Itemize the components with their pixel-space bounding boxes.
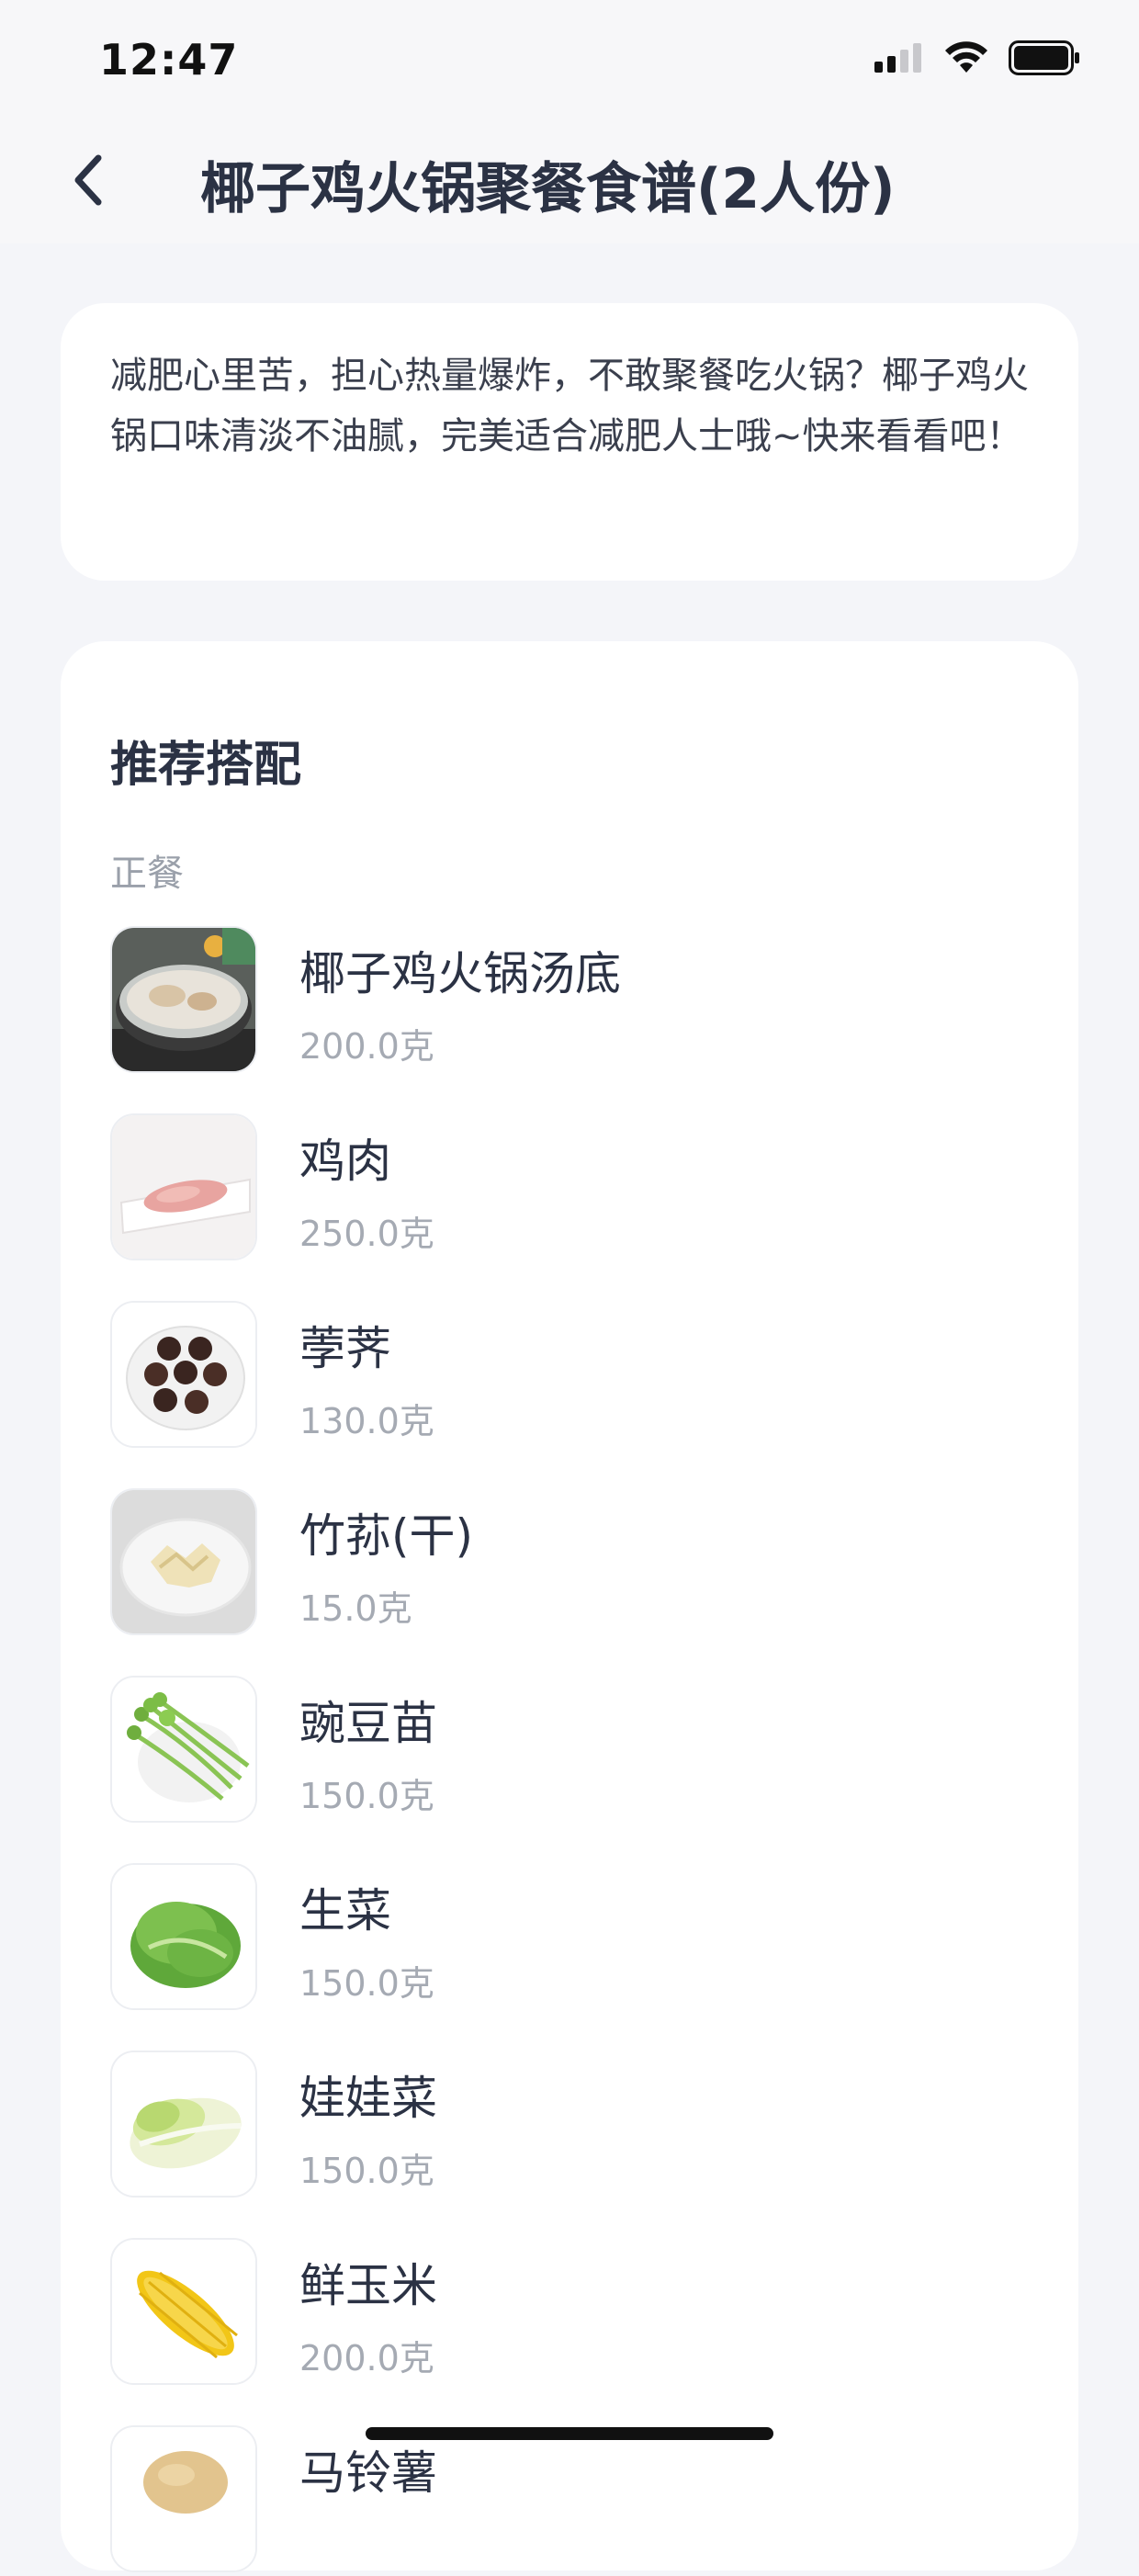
home-indicator[interactable] xyxy=(366,2427,773,2440)
hotpot-soup-image xyxy=(110,926,257,1073)
food-name: 娃娃菜 xyxy=(299,2072,437,2125)
baby-cabbage-image xyxy=(110,2051,257,2198)
food-item[interactable]: 椰子鸡火锅汤底 200.0克 xyxy=(110,926,1029,1077)
food-name: 鸡肉 xyxy=(299,1135,391,1188)
food-item[interactable]: 荸荠 130.0克 xyxy=(110,1301,1029,1452)
intro-text: 减肥心里苦，担心热量爆炸，不敢聚餐吃火锅？椰子鸡火锅口味清淡不油腻，完美适合减肥… xyxy=(110,355,1029,458)
cellular-signal-icon xyxy=(874,43,921,73)
status-bar: 12:47 xyxy=(0,0,1139,124)
status-time: 12:47 xyxy=(99,35,239,85)
food-item[interactable]: 娃娃菜 150.0克 xyxy=(110,2051,1029,2201)
nav-bar: 椰子鸡火锅聚餐食谱(2人份) xyxy=(0,124,1139,243)
food-name: 荸荠 xyxy=(299,1322,391,1375)
water-chestnut-image xyxy=(110,1301,257,1448)
intro-card: 减肥心里苦，担心热量爆炸，不敢聚餐吃火锅？椰子鸡火锅口味清淡不油腻，完美适合减肥… xyxy=(61,303,1078,581)
food-amount: 130.0克 xyxy=(299,1401,434,1441)
potato-image xyxy=(110,2425,257,2572)
food-name: 豌豆苗 xyxy=(299,1697,437,1750)
wifi-icon xyxy=(945,41,987,73)
food-item[interactable]: 鸡肉 250.0克 xyxy=(110,1113,1029,1264)
food-amount: 150.0克 xyxy=(299,1963,434,2004)
food-amount: 250.0克 xyxy=(299,1214,434,1254)
food-amount: 200.0克 xyxy=(299,1026,434,1067)
pea-shoots-image xyxy=(110,1676,257,1823)
food-name: 椰子鸡火锅汤底 xyxy=(299,947,621,1000)
food-name: 竹荪(干) xyxy=(299,1509,474,1563)
food-name: 生菜 xyxy=(299,1884,391,1938)
food-item[interactable]: 竹荪(干) 15.0克 xyxy=(110,1488,1029,1639)
recommend-card: 推荐搭配 正餐 椰子鸡火锅汤底 200.0克 鸡肉 250.0克 荸荠 130.… xyxy=(61,641,1078,2572)
food-item[interactable]: 鲜玉米 200.0克 xyxy=(110,2238,1029,2389)
section-title: 推荐搭配 xyxy=(110,738,302,793)
page-title: 椰子鸡火锅聚餐食谱(2人份) xyxy=(200,157,896,221)
battery-icon xyxy=(1009,40,1079,75)
category-label: 正餐 xyxy=(110,853,184,895)
food-name: 鲜玉米 xyxy=(299,2259,437,2312)
status-icons xyxy=(874,40,1080,75)
food-name: 马铃薯 xyxy=(299,2446,437,2500)
food-amount: 150.0克 xyxy=(299,2151,434,2191)
food-amount: 15.0克 xyxy=(299,1588,412,1629)
food-amount: 150.0克 xyxy=(299,1776,434,1816)
food-item[interactable]: 马铃薯 xyxy=(110,2425,1029,2576)
bamboo-fungus-image xyxy=(110,1488,257,1635)
corn-image xyxy=(110,2238,257,2385)
chicken-image xyxy=(110,1113,257,1260)
food-amount: 200.0克 xyxy=(299,2338,434,2378)
lettuce-image xyxy=(110,1863,257,2010)
food-item[interactable]: 生菜 150.0克 xyxy=(110,1863,1029,2014)
food-item[interactable]: 豌豆苗 150.0克 xyxy=(110,1676,1029,1826)
chevron-left-icon xyxy=(74,154,102,206)
back-button[interactable] xyxy=(57,148,121,212)
